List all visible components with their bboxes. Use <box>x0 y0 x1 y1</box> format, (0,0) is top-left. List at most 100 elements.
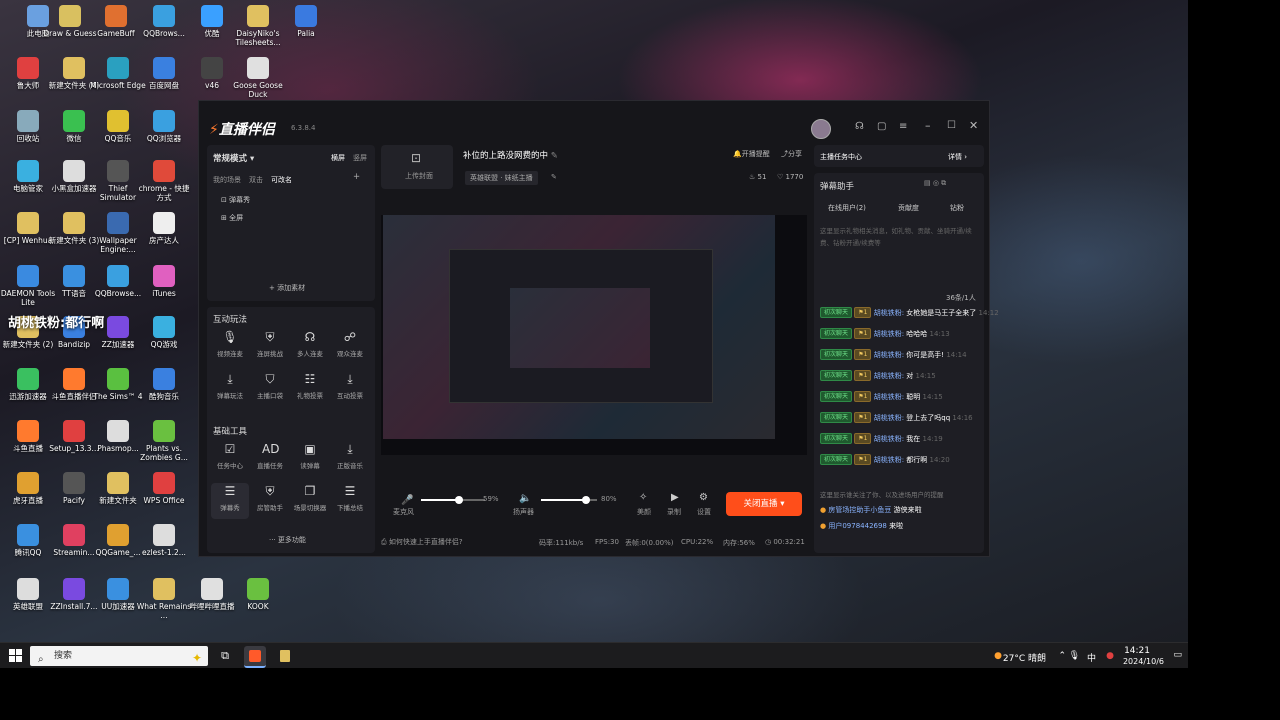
tab-contribution[interactable]: 贡献度 <box>898 203 919 213</box>
stream-preview[interactable] <box>381 215 807 455</box>
desktop-icon[interactable]: Plants vs. Zombies G... <box>136 420 192 462</box>
chat-message[interactable]: 初次聊天 ⚑1 胡桃铁粉: 都行啊 14:20 <box>820 454 980 465</box>
speaker-icon[interactable]: 🔈 <box>519 493 531 504</box>
beauty-icon[interactable]: ✧ <box>639 492 647 503</box>
tool-button[interactable]: ☊ 多人连麦 <box>291 329 329 365</box>
mode-selector[interactable]: 常规模式 ▾ <box>213 152 254 164</box>
chat-message[interactable]: 初次聊天 ⚑1 胡桃铁粉: 哈哈哈 14:13 <box>820 328 980 339</box>
chat-nickname[interactable]: 胡桃铁粉: <box>874 456 904 464</box>
taskbar-file-app[interactable] <box>274 646 296 666</box>
chat-nickname[interactable]: 胡桃铁粉: <box>874 351 904 359</box>
edit-category-icon[interactable]: ✎ <box>551 173 557 181</box>
notification-icon[interactable]: ▭ <box>1173 650 1182 660</box>
desktop-icon[interactable]: chrome - 快捷方式 <box>136 160 192 202</box>
task-view-icon[interactable]: ⧉ <box>214 646 236 666</box>
portrait-toggle[interactable]: 竖屏 <box>353 153 367 163</box>
chat-nickname[interactable]: 胡桃铁粉: <box>874 414 904 422</box>
menu-icon[interactable]: ≡ <box>899 121 907 132</box>
record-icon[interactable]: ▶ <box>671 492 679 503</box>
add-material-button[interactable]: + 添加素材 <box>269 283 305 293</box>
minimize-icon[interactable]: – <box>925 119 931 132</box>
chat-nickname[interactable]: 胡桃铁粉: <box>874 393 904 401</box>
close-icon[interactable]: ✕ <box>969 119 978 132</box>
tab-online-users[interactable]: 在线用户(2) <box>828 203 866 213</box>
desktop-icon[interactable]: 房产达人 <box>136 212 192 245</box>
title-bar[interactable]: ⚡直播伴侣 6.3.8.4 ☊ ▢ ≡ – ☐ ✕ <box>199 101 989 141</box>
event-user[interactable]: 用户0978442698 <box>828 522 887 530</box>
taskbar-live-app[interactable] <box>244 646 266 668</box>
tool-button[interactable]: ⤓ 互动投票 <box>331 371 369 407</box>
desktop-icon[interactable]: Palia <box>278 5 334 38</box>
tool-button[interactable]: ❐ 场景切换器 <box>291 483 329 519</box>
app-icon <box>63 265 85 287</box>
chat-message[interactable]: 初次聊天 ⚑1 胡桃铁粉: 对 14:15 <box>820 370 980 381</box>
scene-tab-mine[interactable]: 我的场景 <box>213 175 241 185</box>
tool-button[interactable]: ⛉ 主播口袋 <box>251 371 289 407</box>
event-user[interactable]: 房管场控助手小鱼豆 <box>828 506 891 514</box>
chat-message[interactable]: 初次聊天 ⚑1 胡桃铁粉: 你可是高手! 14:14 <box>820 349 980 360</box>
more-features-button[interactable]: ··· 更多功能 <box>269 535 306 545</box>
desktop-icon[interactable]: QQ游戏 <box>136 316 192 349</box>
headset-icon[interactable]: ☊ <box>855 121 864 132</box>
chat-message[interactable]: 初次聊天 ⚑1 胡桃铁粉: 我在 14:19 <box>820 433 980 444</box>
desktop-icon[interactable]: KOOK <box>230 578 286 611</box>
chat-message[interactable]: 初次聊天 ⚑1 胡桃铁粉: 聪明 14:15 <box>820 391 980 402</box>
tool-button[interactable]: ⛨ 连屏挑战 <box>251 329 289 365</box>
maximize-icon[interactable]: ☐ <box>947 120 956 131</box>
live-reminder-button[interactable]: 🔔开播提醒 <box>733 149 770 159</box>
scene-item-danmu[interactable]: ⊡ 弹幕秀 <box>221 195 250 205</box>
clock-time[interactable]: 14:21 <box>1124 646 1150 656</box>
tool-button[interactable]: ☰ 弹幕秀 <box>211 483 249 519</box>
tray-expand-icon[interactable]: ⌃ <box>1058 651 1066 661</box>
chat-nickname[interactable]: 胡桃铁粉: <box>874 309 904 317</box>
tool-button[interactable]: ⤓ 正版音乐 <box>331 441 369 477</box>
room-category[interactable]: 英雄联盟 · 妹纸主播 <box>465 171 538 185</box>
share-button[interactable]: ⤴分享 <box>781 149 802 159</box>
room-title[interactable]: 补位的上路没网费的中 ✎ <box>463 149 558 161</box>
clock-date[interactable]: 2024/10/6 <box>1123 657 1164 666</box>
tool-button[interactable]: 🎙 视频连麦 <box>211 329 249 365</box>
desktop-icon[interactable]: Goose Goose Duck <box>230 57 286 99</box>
upload-cover-button[interactable]: ⊡ 上传封面 <box>381 145 453 189</box>
chat-message[interactable]: 初次聊天 ⚑1 胡桃铁粉: 登上去了吗qq 14:16 <box>820 412 980 423</box>
window-icon[interactable]: ▢ <box>877 121 886 132</box>
task-center-bar[interactable]: 主播任务中心 详情 › <box>814 145 984 167</box>
task-details-link[interactable]: 详情 › <box>948 152 967 162</box>
tool-button[interactable]: ☷ 礼物投票 <box>291 371 329 407</box>
chat-nickname[interactable]: 胡桃铁粉: <box>874 372 904 380</box>
tool-button[interactable]: AD 直播任务 <box>251 441 289 477</box>
help-link[interactable]: ⎙ 如何快速上手直播伴侣? <box>381 537 463 547</box>
tool-button[interactable]: ▣ 读弹幕 <box>291 441 329 477</box>
landscape-toggle[interactable]: 横屏 <box>331 153 345 163</box>
desktop-icon[interactable]: iTunes <box>136 265 192 298</box>
ime-indicator[interactable]: 中 <box>1087 651 1096 664</box>
desktop-icon[interactable]: ezlest-1.2... <box>136 524 192 557</box>
antivirus-tray-icon[interactable]: ● <box>1106 651 1114 661</box>
tab-diamond-fans[interactable]: 钻粉 <box>950 203 964 213</box>
windows-start-icon[interactable] <box>9 649 23 663</box>
desktop-icon[interactable]: QQ浏览器 <box>136 110 192 143</box>
chat-nickname[interactable]: 胡桃铁粉: <box>874 330 904 338</box>
tool-button[interactable]: ⤓ 弹幕玩法 <box>211 371 249 407</box>
microphone-icon[interactable]: 🎤 <box>401 495 413 506</box>
taskbar-search[interactable]: ⌕ 搜索 ✦ <box>30 646 208 666</box>
chat-nickname[interactable]: 胡桃铁粉: <box>874 435 904 443</box>
desktop-icon[interactable]: 酷狗音乐 <box>136 368 192 401</box>
scene-tab-rename[interactable]: 可改名 <box>271 175 292 185</box>
tool-button[interactable]: ☑ 任务中心 <box>211 441 249 477</box>
add-scene-icon[interactable]: + <box>353 172 360 182</box>
danmu-toolbar-icons[interactable]: ▤ ◎ ⧉ <box>924 179 946 188</box>
scene-item-fullscreen[interactable]: ⊞ 全屏 <box>221 213 243 223</box>
speaker-volume-slider[interactable] <box>541 496 597 504</box>
mic-volume-slider[interactable] <box>421 496 485 504</box>
desktop-icon[interactable]: WPS Office <box>136 472 192 505</box>
tool-button[interactable]: ☍ 观众连麦 <box>331 329 369 365</box>
tool-button[interactable]: ⛨ 房管助手 <box>251 483 289 519</box>
stop-live-button[interactable]: 关闭直播 ▾ <box>726 492 802 516</box>
user-avatar[interactable] <box>811 119 831 139</box>
settings-icon[interactable]: ⚙ <box>699 492 708 503</box>
mic-tray-icon[interactable]: 🎙 <box>1069 651 1080 661</box>
chat-message[interactable]: 初次聊天 ⚑1 胡桃铁粉: 女枪她是马王子全来了 14:12 <box>820 307 999 318</box>
tool-button[interactable]: ☰ 下播总结 <box>331 483 369 519</box>
scene-tab-double[interactable]: 双击 <box>249 175 263 185</box>
